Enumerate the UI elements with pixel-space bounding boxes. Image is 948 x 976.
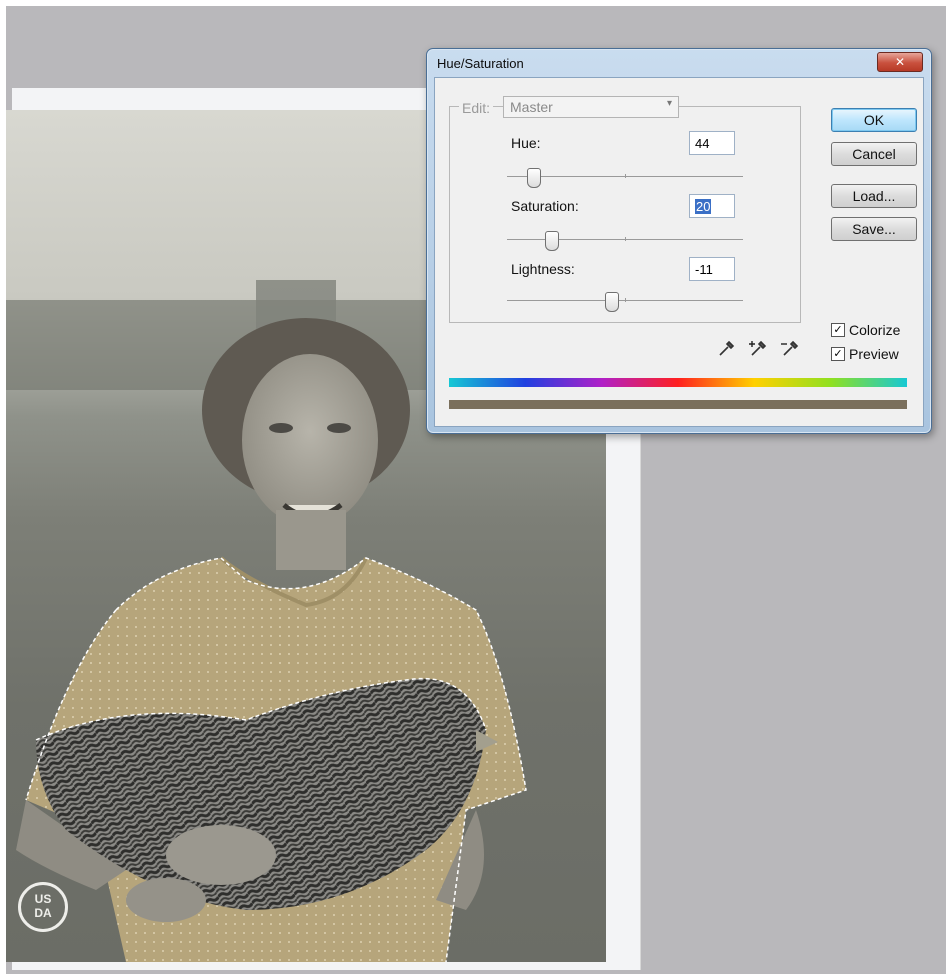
spectrum-bar: [449, 378, 907, 387]
lightness-slider-tick: [625, 298, 626, 302]
edit-label: Edit:: [459, 100, 494, 116]
lightness-label: Lightness:: [511, 261, 575, 277]
adjustment-group: [449, 106, 801, 323]
hue-label: Hue:: [511, 135, 541, 151]
chevron-down-icon: ▾: [666, 98, 672, 109]
result-color-bar: [449, 400, 907, 409]
saturation-label: Saturation:: [511, 198, 579, 214]
saturation-slider-track[interactable]: [507, 237, 743, 241]
load-button[interactable]: Load...: [831, 184, 917, 208]
cancel-button[interactable]: Cancel: [831, 142, 917, 166]
usda-logo-line2: DA: [34, 906, 52, 920]
preview-label: Preview: [849, 346, 899, 362]
hue-saturation-dialog: Hue/Saturation ✕ Edit: Master ▾ Hue: 44 …: [426, 48, 932, 434]
close-button[interactable]: ✕: [877, 52, 923, 72]
hue-slider-track[interactable]: [507, 174, 743, 178]
ok-button[interactable]: OK: [831, 108, 917, 132]
hue-slider-thumb[interactable]: [527, 168, 541, 188]
hue-value-field[interactable]: 44: [689, 131, 735, 155]
usda-logo-line1: US: [34, 892, 52, 906]
saturation-value-field[interactable]: 20: [689, 194, 735, 218]
colorize-label: Colorize: [849, 322, 901, 338]
lightness-slider-thumb[interactable]: [605, 292, 619, 312]
edit-select[interactable]: Master ▾: [503, 96, 679, 118]
usda-logo: US DA: [18, 882, 68, 932]
dialog-body: Edit: Master ▾ Hue: 44 Saturation: 20 Li…: [434, 77, 924, 427]
eyedropper-plus-icon[interactable]: [749, 338, 769, 358]
hue-slider-tick: [625, 174, 626, 178]
edit-select-value: Master: [510, 99, 553, 115]
save-button[interactable]: Save...: [831, 217, 917, 241]
eyedropper-minus-icon[interactable]: [781, 338, 801, 358]
lightness-value-field[interactable]: -11: [689, 257, 735, 281]
dialog-title: Hue/Saturation: [437, 56, 524, 71]
lightness-slider-track[interactable]: [507, 298, 743, 302]
colorize-checkbox[interactable]: ✓: [831, 323, 845, 337]
saturation-value-selected: 20: [695, 199, 712, 214]
eyedropper-icon[interactable]: [717, 338, 737, 358]
preview-checkbox[interactable]: ✓: [831, 347, 845, 361]
saturation-slider-thumb[interactable]: [545, 231, 559, 251]
saturation-slider-tick: [625, 237, 626, 241]
